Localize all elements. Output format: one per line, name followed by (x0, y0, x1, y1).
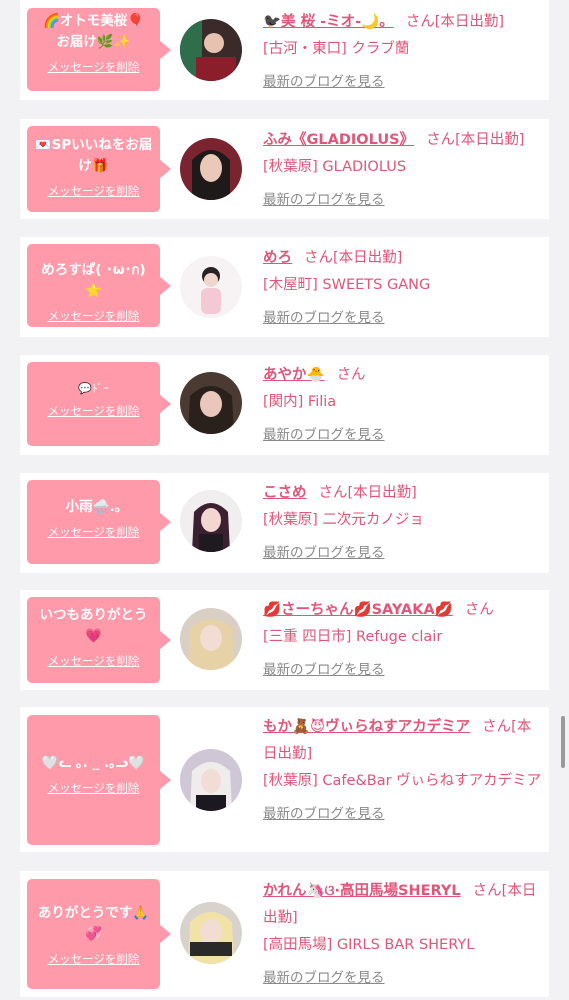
cast-name-link[interactable]: 💋さーちゃん💋SAYAKA💋 (263, 602, 453, 618)
view-blog-link[interactable]: 最新のブログを見る (263, 70, 385, 90)
list-item: いつもありがとう💗 メッセージを削除 💋さーちゃん💋SAYAKA💋 さん [三重 … (20, 590, 549, 690)
message-bubble: 💬ﾄﾞｰ メッセージを削除 (27, 362, 171, 446)
avatar-photo-icon[interactable] (180, 608, 242, 670)
delete-message-link[interactable]: メッセージを削除 (48, 524, 140, 540)
list-item: 小雨🌧️.｡ メッセージを削除 こさめ さん[本日出勤] [秋葉原] 二次元カノジ… (20, 473, 549, 573)
message-bubble: ありがとうです🙏💞 メッセージを削除 (27, 879, 171, 989)
message-text: 🌈オトモ美桜🎈 お届け🌿✨ (42, 13, 145, 50)
delete-message-link[interactable]: メッセージを削除 (48, 183, 140, 199)
shop-name: [秋葉原] 二次元カノジョ (263, 512, 424, 528)
message-text: 小雨🌧️.｡ (65, 499, 122, 515)
honorific: さん (472, 883, 502, 899)
view-blog-link[interactable]: 最新のブログを見る (263, 541, 385, 561)
list-item: 🌈オトモ美桜🎈 お届け🌿✨ メッセージを削除 🐦‍⬛美 桜 -ミオ-🌙。 さん[本… (20, 0, 549, 100)
list-item: 💌SPいいねをお届け🎁 メッセージを削除 ふみ《GLADIOLUS》 さん[本日出… (20, 119, 549, 219)
list-item: 🤍ᓚ ｡. _ .｡ᓗ🤍 メッセージを削除 もか🧸😈ヴぃらねすアカデミア さん[本… (20, 707, 549, 852)
list-item: ありがとうです🙏💞 メッセージを削除 かれん🦄ଓ·高田馬場SHERYL さん[本日… (20, 871, 549, 997)
cast-name-link[interactable]: ふみ《GLADIOLUS》 (263, 132, 414, 148)
message-text: めろすぱ( ･ω･ก)⭐ (41, 262, 146, 299)
delete-message-link[interactable]: メッセージを削除 (48, 308, 140, 324)
cast-name-link[interactable]: めろ (263, 250, 292, 266)
message-bubble: 🌈オトモ美桜🎈 お届け🌿✨ メッセージを削除 (27, 8, 171, 91)
avatar-photo-icon[interactable] (180, 490, 242, 552)
honorific: さん (336, 367, 366, 383)
message-text: 🤍ᓚ ｡. _ .｡ᓗ🤍 (41, 755, 146, 771)
message-bubble: 🤍ᓚ ｡. _ .｡ᓗ🤍 メッセージを削除 (27, 715, 171, 845)
status-badge: [本日出勤] (455, 132, 525, 148)
delete-message-link[interactable]: メッセージを削除 (48, 59, 140, 75)
shop-name: [秋葉原] GLADIOLUS (263, 159, 407, 175)
message-list: 🌈オトモ美桜🎈 お届け🌿✨ メッセージを削除 🐦‍⬛美 桜 -ミオ-🌙。 さん[本… (0, 0, 569, 1000)
cast-name-link[interactable]: こさめ (263, 485, 307, 501)
delete-message-link[interactable]: メッセージを削除 (48, 653, 140, 669)
status-badge: [本日出勤] (347, 485, 417, 501)
scrollbar-thumb[interactable] (561, 716, 565, 768)
list-item: めろすぱ( ･ω･ก)⭐ メッセージを削除 めろ さん[本日出勤] [木屋町] S… (20, 237, 549, 337)
shop-name: [関内] Filia (263, 394, 337, 410)
message-bubble: いつもありがとう💗 メッセージを削除 (27, 597, 171, 683)
shop-name: [古河・東口] クラブ蘭 (263, 41, 410, 57)
view-blog-link[interactable]: 最新のブログを見る (263, 188, 385, 208)
avatar-photo-icon[interactable] (180, 19, 242, 81)
honorific: さん (304, 250, 333, 266)
view-blog-link[interactable]: 最新のブログを見る (263, 802, 385, 822)
delete-message-link[interactable]: メッセージを削除 (48, 780, 140, 796)
view-blog-link[interactable]: 最新のブログを見る (263, 423, 385, 443)
avatar-photo-icon[interactable] (180, 138, 242, 200)
honorific: さん (426, 132, 456, 148)
shop-name: [高田馬場] GIRLS BAR SHERYL (263, 937, 475, 953)
shop-name: [木屋町] SWEETS GANG (263, 277, 431, 293)
message-bubble: 小雨🌧️.｡ メッセージを削除 (27, 480, 171, 564)
message-text: 💬ﾄﾞｰ (78, 382, 109, 395)
shop-name: [三重 四日市] Refuge clair (263, 629, 443, 645)
message-text: いつもありがとう💗 (39, 607, 148, 644)
avatar-photo-icon[interactable] (180, 902, 242, 964)
avatar-photo-icon[interactable] (180, 749, 242, 811)
view-blog-link[interactable]: 最新のブログを見る (263, 306, 385, 326)
cast-name-link[interactable]: もか🧸😈ヴぃらねすアカデミア (263, 719, 470, 735)
cast-name-link[interactable]: かれん🦄ଓ·高田馬場SHERYL (263, 883, 461, 899)
status-badge: [本日出勤] (333, 250, 403, 266)
honorific: さん (482, 719, 512, 735)
status-badge: [本日出勤] (434, 14, 505, 30)
view-blog-link[interactable]: 最新のブログを見る (263, 966, 385, 986)
honorific: さん (405, 14, 435, 30)
view-blog-link[interactable]: 最新のブログを見る (263, 658, 385, 678)
list-item: 💬ﾄﾞｰ メッセージを削除 あやか🐣 さん [関内] Filia 最新のブログを見… (20, 355, 549, 455)
message-text: 💌SPいいねをお届け🎁 (34, 137, 153, 174)
cast-name-link[interactable]: あやか🐣 (263, 367, 325, 383)
message-text: ありがとうです🙏💞 (37, 905, 150, 942)
delete-message-link[interactable]: メッセージを削除 (48, 403, 140, 419)
cast-name-link[interactable]: 🐦‍⬛美 桜 -ミオ-🌙。 (263, 14, 394, 30)
delete-message-link[interactable]: メッセージを削除 (48, 951, 140, 967)
avatar-photo-icon[interactable] (180, 372, 242, 434)
message-bubble: 💌SPいいねをお届け🎁 メッセージを削除 (27, 126, 171, 212)
honorific: さん (464, 602, 494, 618)
message-bubble: めろすぱ( ･ω･ก)⭐ メッセージを削除 (27, 244, 171, 327)
honorific: さん (318, 485, 348, 501)
shop-name: [秋葉原] Cafe&Bar ヴぃらねすアカデミア (263, 773, 542, 789)
avatar-photo-icon[interactable] (180, 256, 242, 318)
